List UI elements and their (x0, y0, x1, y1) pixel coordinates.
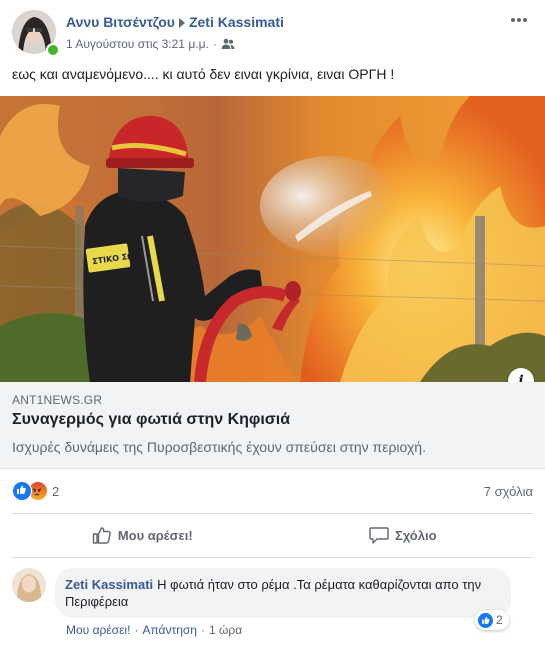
meta-separator: · (212, 37, 217, 51)
commenter-avatar[interactable] (12, 568, 46, 602)
reactions-summary[interactable]: 2 (12, 481, 59, 501)
comment-reactions[interactable]: 2 (475, 610, 509, 630)
comment-author[interactable]: Zeti Kassimati (65, 577, 153, 592)
link-domain: ANT1NEWS.GR (12, 393, 103, 407)
comment-bubble: Zeti Kassimati Η φωτιά ήταν στο ρέμα .Τα … (55, 568, 511, 618)
more-options-icon[interactable] (509, 12, 529, 28)
divider (12, 557, 533, 558)
comment-time[interactable]: 1 ώρα (209, 623, 242, 637)
reaction-count: 2 (52, 483, 60, 499)
comment-reaction-count: 2 (496, 613, 503, 627)
comment-body: Zeti Kassimati Η φωτιά ήταν στο ρέμα .Τα … (65, 576, 501, 610)
link-preview-image[interactable]: ΣΤΙΚΟ ΣΩΜΑ (0, 96, 545, 382)
comment-like-reaction-icon (478, 612, 493, 628)
friends-icon[interactable] (221, 38, 235, 50)
comment-separator: · (200, 623, 205, 637)
share-arrow-icon (178, 18, 185, 29)
comments-count[interactable]: 7 σχόλια (484, 484, 533, 499)
comment-reply-link[interactable]: Απάντηση (142, 623, 197, 637)
post-author-name[interactable]: Αννυ Βιτσέντζου (66, 14, 175, 30)
comment-actions: Μου αρέσει! · Απάντηση · 1 ώρα (66, 623, 242, 637)
post-author-line: Αννυ Βιτσέντζου Zeti Kassimati (66, 14, 284, 30)
thumbs-up-icon (92, 527, 111, 544)
post-timestamp[interactable]: 1 Αυγούστου στις 3:21 μ.μ. (66, 37, 209, 51)
post-target-name[interactable]: Zeti Kassimati (189, 14, 284, 30)
post-text: εως και αναμενόμενο.... κι αυτό δεν εινα… (12, 66, 395, 82)
post-meta: 1 Αυγούστου στις 3:21 μ.μ. · (66, 37, 235, 51)
like-reaction-icon (12, 481, 32, 501)
comment-like-link[interactable]: Μου αρέσει! (66, 623, 130, 637)
like-button-label: Μου αρέσει! (117, 527, 193, 543)
online-status-dot (46, 43, 60, 57)
comment-bubble-icon (369, 527, 389, 544)
link-preview-info[interactable]: ANT1NEWS.GR Συναγερμός για φωτιά στην Κη… (0, 382, 545, 469)
post-header: Αννυ Βιτσέντζου Zeti Kassimati 1 Αυγούστο… (12, 10, 533, 57)
link-title[interactable]: Συναγερμός για φωτιά στην Κηφισιά (12, 411, 290, 429)
post-actions: Μου αρέσει! Σχόλιο (12, 514, 533, 556)
comment-separator: · (134, 623, 139, 637)
like-button[interactable]: Μου αρέσει! (12, 514, 273, 556)
link-description: Ισχυρές δυνάμεις της Πυροσβεστικής έχουν… (12, 439, 426, 455)
comment-button-label: Σχόλιο (394, 527, 437, 543)
comment-button[interactable]: Σχόλιο (273, 514, 534, 556)
